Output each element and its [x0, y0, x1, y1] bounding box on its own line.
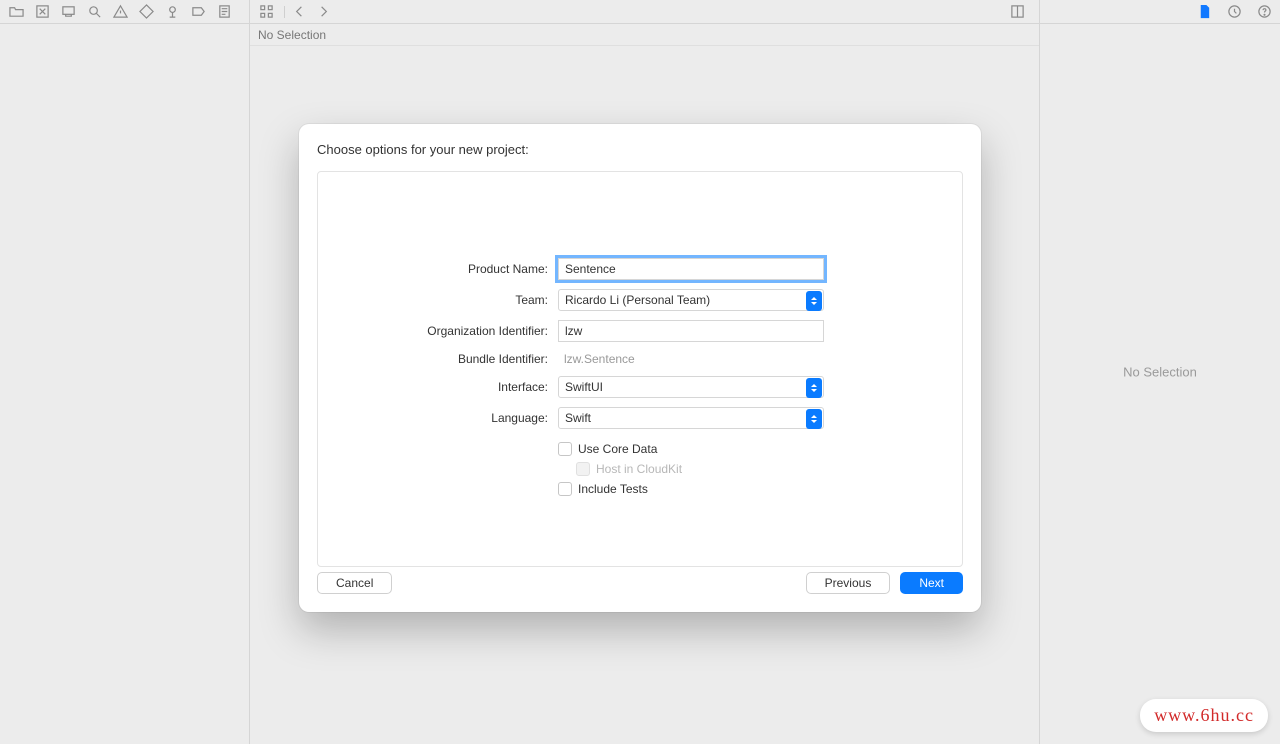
interface-label: Interface:	[318, 380, 558, 394]
core-data-checkbox[interactable]	[558, 442, 572, 456]
watermark: www.6hu.cc	[1140, 699, 1268, 732]
org-id-field[interactable]	[558, 320, 824, 342]
bundle-id-label: Bundle Identifier:	[318, 352, 558, 366]
product-name-label: Product Name:	[318, 262, 558, 276]
language-label: Language:	[318, 411, 558, 425]
sheet-title: Choose options for your new project:	[317, 142, 963, 157]
team-label: Team:	[318, 293, 558, 307]
previous-button[interactable]: Previous	[806, 572, 891, 594]
team-value: Ricardo Li (Personal Team)	[565, 293, 710, 307]
new-project-sheet: Choose options for your new project: Pro…	[299, 124, 981, 612]
team-popup[interactable]: Ricardo Li (Personal Team)	[558, 289, 824, 311]
interface-popup[interactable]: SwiftUI	[558, 376, 824, 398]
bundle-id-value: lzw.Sentence	[558, 348, 824, 370]
cloudkit-checkbox	[576, 462, 590, 476]
project-options-form: Product Name: Team: Ricardo Li (Personal…	[318, 254, 962, 499]
language-popup[interactable]: Swift	[558, 407, 824, 429]
tests-label: Include Tests	[578, 482, 648, 496]
sheet-body: Product Name: Team: Ricardo Li (Personal…	[317, 171, 963, 567]
core-data-label: Use Core Data	[578, 442, 657, 456]
language-value: Swift	[565, 411, 591, 425]
cloudkit-label: Host in CloudKit	[596, 462, 682, 476]
sheet-footer: Cancel Previous Next	[317, 572, 963, 594]
interface-value: SwiftUI	[565, 380, 603, 394]
product-name-field[interactable]	[558, 258, 824, 280]
stepper-icon	[806, 378, 822, 398]
tests-checkbox[interactable]	[558, 482, 572, 496]
stepper-icon	[806, 291, 822, 311]
cancel-button[interactable]: Cancel	[317, 572, 392, 594]
stepper-icon	[806, 409, 822, 429]
next-button[interactable]: Next	[900, 572, 963, 594]
org-id-label: Organization Identifier:	[318, 324, 558, 338]
